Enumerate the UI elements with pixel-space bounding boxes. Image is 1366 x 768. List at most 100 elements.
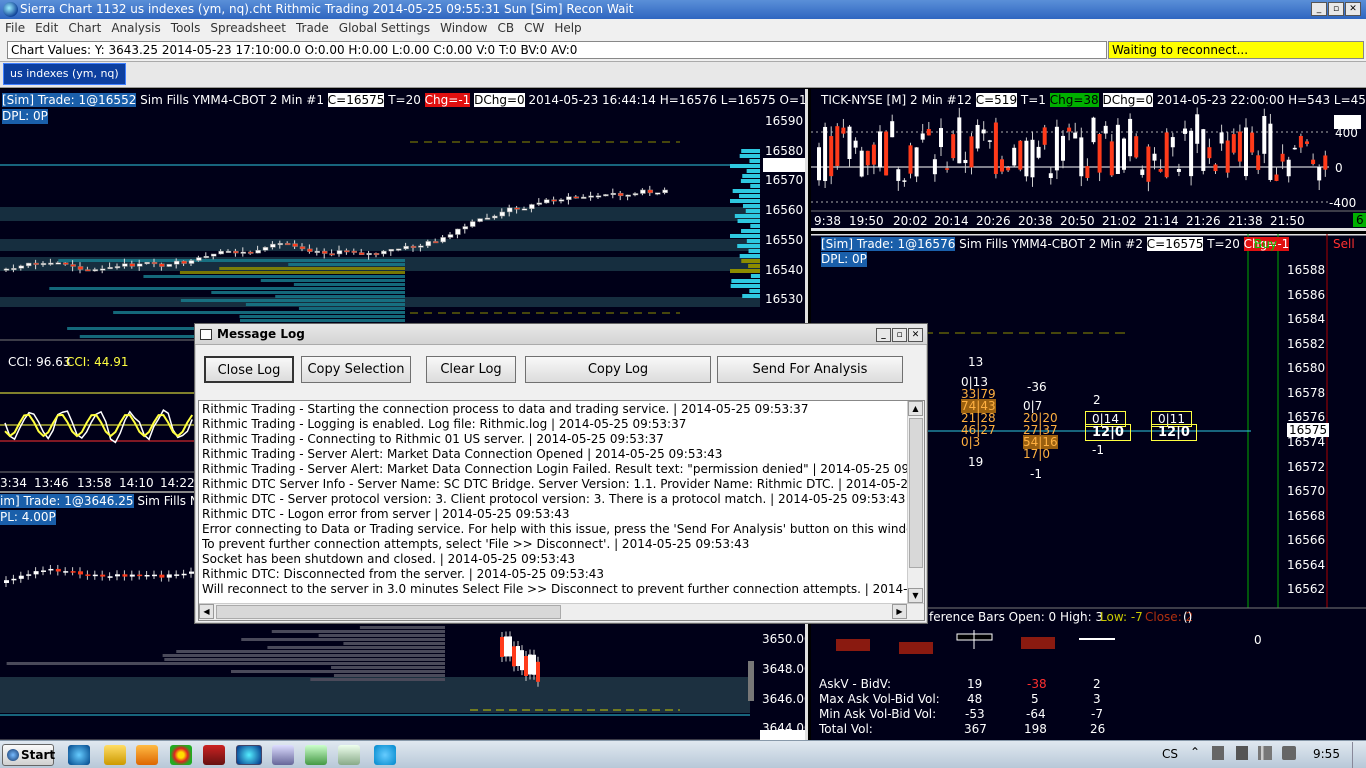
menu-window[interactable]: Window xyxy=(435,19,492,38)
candle xyxy=(25,262,32,267)
copy-selection-button[interactable]: Copy Selection xyxy=(301,356,411,383)
difference-bar xyxy=(899,642,933,654)
log-close-icon[interactable]: ✕ xyxy=(908,328,923,342)
scroll-down-icon[interactable]: ▼ xyxy=(908,588,923,603)
vertical-scroll-thumb[interactable] xyxy=(909,418,923,568)
copy-log-button[interactable]: Copy Log xyxy=(525,356,711,383)
footprint-label: 2 xyxy=(1093,393,1101,407)
language-indicator[interactable]: CS xyxy=(1162,747,1178,761)
sierra-chart-taskbar-icon[interactable] xyxy=(236,745,262,765)
menu-edit[interactable]: Edit xyxy=(30,19,63,38)
candle xyxy=(829,136,834,177)
clock[interactable]: 9:55 xyxy=(1313,747,1340,761)
candle xyxy=(92,269,99,272)
tab-us-indexes[interactable]: us indexes (ym, nq) xyxy=(3,63,126,85)
show-desktop-button[interactable] xyxy=(1352,742,1364,768)
menu-cb[interactable]: CB xyxy=(492,19,519,38)
candle xyxy=(1164,132,1169,178)
media-player-icon[interactable] xyxy=(136,745,158,765)
candle xyxy=(835,126,840,166)
candle xyxy=(329,253,335,256)
scroll-right-icon[interactable]: ▶ xyxy=(892,604,907,619)
explorer-folder-icon[interactable] xyxy=(104,745,126,765)
candle xyxy=(477,218,483,222)
menu-cw[interactable]: CW xyxy=(519,19,549,38)
message-log-window[interactable]: Message Log _ ▫ ✕ Close Log Copy Selecti… xyxy=(194,323,928,624)
save-app-icon[interactable] xyxy=(203,745,225,765)
candle xyxy=(1237,131,1242,162)
log-horizontal-scrollbar[interactable]: ◀ ▶ xyxy=(199,603,924,620)
candle xyxy=(1054,126,1059,171)
volume-profile-bar xyxy=(749,289,760,293)
menu-file[interactable]: File xyxy=(0,19,30,38)
app-icon-green[interactable] xyxy=(305,745,327,765)
candle xyxy=(284,243,291,246)
candle xyxy=(884,131,889,176)
menu-help[interactable]: Help xyxy=(549,19,586,38)
chart2-ohlc: 2014-05-23 22:00:00 H=543 L=451 O=45 xyxy=(1156,93,1366,107)
menu-bar: File Edit Chart Analysis Tools Spreadsheet Tra… xyxy=(0,19,1366,38)
candle xyxy=(1000,159,1004,172)
candle xyxy=(543,199,550,204)
candle xyxy=(1256,155,1261,170)
log-text-area[interactable]: Rithmic Trading - Starting the connectio… xyxy=(198,400,925,621)
menu-chart[interactable]: Chart xyxy=(63,19,106,38)
x-tick: 21:26 xyxy=(1186,214,1221,228)
menu-spreadsheet[interactable]: Spreadsheet xyxy=(205,19,291,38)
tray-app-icon[interactable] xyxy=(1212,746,1224,760)
candle xyxy=(152,574,157,577)
network-icon[interactable] xyxy=(1258,746,1272,760)
close-log-button[interactable]: Close Log xyxy=(204,356,294,383)
start-button[interactable]: Start xyxy=(2,744,55,766)
chart-tick-nyse[interactable]: TICK-NYSE [M] 2 Min #12 C=519 T=1 Chg=38… xyxy=(811,89,1366,231)
candle xyxy=(299,246,306,250)
window-title: Sierra Chart 1132 us indexes (ym, nq).ch… xyxy=(20,2,634,16)
candle xyxy=(469,221,476,227)
candle xyxy=(1115,124,1120,174)
candle xyxy=(1189,130,1194,177)
candle xyxy=(1213,164,1218,172)
app-icon-sheets[interactable] xyxy=(338,745,360,765)
candle xyxy=(610,192,617,195)
candle xyxy=(1170,137,1175,148)
flag-icon[interactable] xyxy=(1236,746,1248,760)
chart-tick-canvas[interactable] xyxy=(811,89,1366,228)
horizontal-scroll-thumb[interactable] xyxy=(216,605,561,619)
menu-analysis[interactable]: Analysis xyxy=(106,19,165,38)
menu-tools[interactable]: Tools xyxy=(166,19,206,38)
maximize-button[interactable]: ▫ xyxy=(1328,2,1344,16)
volume-profile-bar xyxy=(211,291,405,294)
onenote-icon[interactable] xyxy=(272,745,294,765)
send-for-analysis-button[interactable]: Send For Analysis xyxy=(717,356,903,383)
scroll-up-icon[interactable]: ▲ xyxy=(908,401,923,416)
candle xyxy=(951,134,956,159)
log-minimize-button[interactable]: _ xyxy=(876,328,891,342)
tray-expand-icon[interactable]: ⌃ xyxy=(1190,745,1200,759)
candle xyxy=(247,251,254,254)
candle xyxy=(388,249,395,252)
candle xyxy=(447,234,454,238)
log-line: Rithmic Trading - Server Alert: Market D… xyxy=(202,462,908,476)
y-tick: 400 xyxy=(1335,126,1358,140)
candle xyxy=(500,636,504,657)
close-window-button[interactable]: ✕ xyxy=(1345,2,1361,16)
scroll-left-icon[interactable]: ◀ xyxy=(199,604,214,619)
log-maximize-button[interactable]: ▫ xyxy=(892,328,907,342)
y-tick: 16580 xyxy=(765,144,804,158)
y-tick: 3650.00 xyxy=(762,632,808,646)
internet-explorer-icon[interactable] xyxy=(68,745,90,765)
clear-log-button[interactable]: Clear Log xyxy=(426,356,516,383)
menu-trade[interactable]: Trade xyxy=(291,19,334,38)
message-log-titlebar[interactable]: Message Log _ ▫ ✕ xyxy=(195,324,927,345)
minimize-button[interactable]: _ xyxy=(1311,2,1327,16)
menu-global-settings[interactable]: Global Settings xyxy=(334,19,435,38)
candle xyxy=(1079,137,1084,177)
candle xyxy=(432,241,439,244)
volume-icon[interactable] xyxy=(1282,746,1296,760)
skype-icon[interactable] xyxy=(374,745,396,765)
log-line: Error connecting to Data or Trading serv… xyxy=(202,522,908,536)
chrome-icon[interactable] xyxy=(170,745,192,765)
volume-profile-bar xyxy=(288,263,405,266)
log-vertical-scrollbar[interactable]: ▲ ▼ xyxy=(907,401,924,604)
candle xyxy=(1244,127,1248,177)
